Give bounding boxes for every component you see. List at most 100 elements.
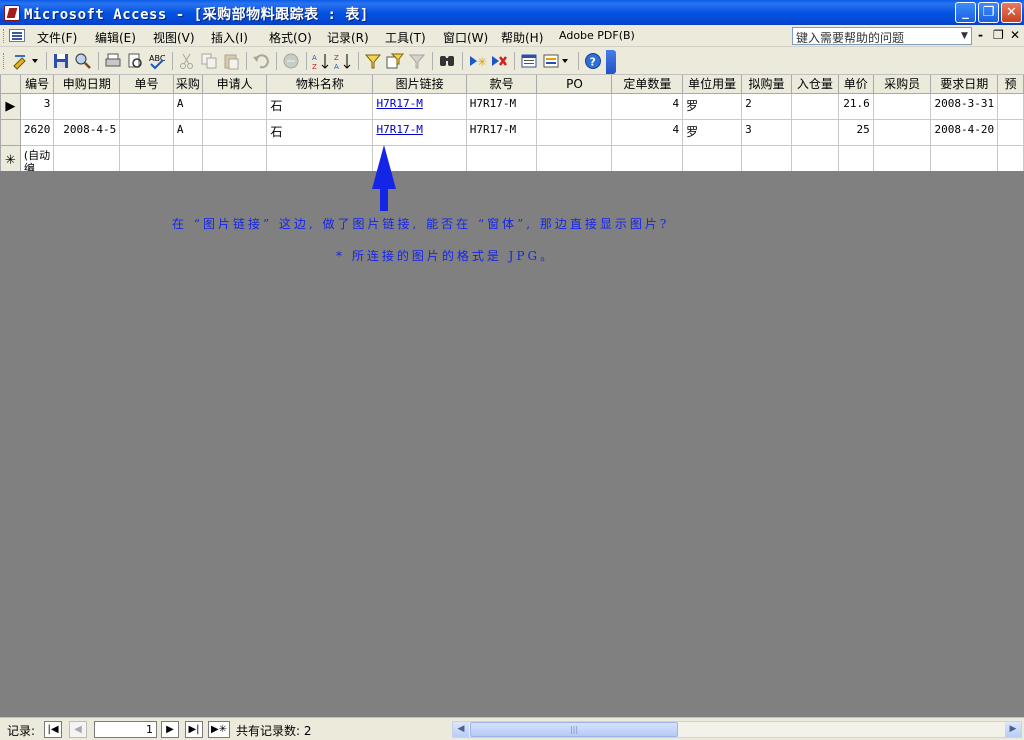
scrollbar-thumb[interactable]: ||| bbox=[470, 722, 678, 737]
table-cell[interactable] bbox=[682, 144, 743, 171]
table-cell[interactable]: 罗 bbox=[682, 92, 743, 120]
new-object-icon[interactable] bbox=[542, 52, 572, 70]
column-header[interactable]: 款号 bbox=[465, 75, 538, 94]
column-header[interactable]: 要求日期 bbox=[930, 75, 999, 94]
new-record-icon[interactable]: ✳ bbox=[468, 52, 486, 70]
mdi-minimize-button[interactable]: - bbox=[978, 28, 983, 42]
table-window-icon[interactable] bbox=[9, 29, 25, 42]
sort-ascending-icon[interactable]: AZ bbox=[312, 52, 330, 70]
table-cell[interactable] bbox=[201, 118, 268, 146]
menu-edit[interactable]: 编辑(E) bbox=[95, 29, 136, 46]
cut-icon[interactable] bbox=[178, 52, 196, 70]
close-button[interactable]: ✕ bbox=[1001, 2, 1022, 23]
table-cell[interactable]: A bbox=[172, 118, 203, 146]
last-record-button[interactable]: ▶| bbox=[185, 721, 203, 738]
scroll-right-icon[interactable]: ▶ bbox=[1005, 722, 1021, 737]
column-header[interactable]: 图片链接 bbox=[372, 75, 467, 94]
table-cell[interactable] bbox=[790, 92, 839, 120]
next-record-button[interactable]: ▶ bbox=[161, 721, 179, 738]
column-header[interactable]: 单位用量 bbox=[682, 75, 743, 94]
hyperlink-icon[interactable] bbox=[282, 52, 300, 70]
table-cell[interactable] bbox=[790, 144, 839, 171]
table-cell[interactable]: H7R17-M bbox=[465, 92, 538, 120]
toolbar-grip[interactable] bbox=[3, 53, 6, 69]
filter-by-form-icon[interactable] bbox=[386, 52, 404, 70]
table-cell[interactable] bbox=[837, 144, 874, 171]
print-preview-icon[interactable] bbox=[126, 52, 144, 70]
table-cell[interactable]: 3 bbox=[19, 92, 55, 120]
spelling-icon[interactable]: ABC bbox=[148, 52, 166, 70]
table-cell[interactable]: A bbox=[172, 92, 203, 120]
table-cell[interactable] bbox=[201, 92, 268, 120]
paste-icon[interactable] bbox=[222, 52, 240, 70]
table-cell[interactable] bbox=[997, 118, 1024, 146]
sort-descending-icon[interactable]: ZA bbox=[334, 52, 352, 70]
menu-records[interactable]: 记录(R) bbox=[327, 29, 369, 46]
menu-help[interactable]: 帮助(H) bbox=[501, 29, 543, 46]
column-header[interactable]: 物料名称 bbox=[266, 75, 374, 94]
column-header[interactable]: PO bbox=[536, 75, 613, 94]
menu-format[interactable]: 格式(O) bbox=[269, 29, 312, 46]
select-all-corner[interactable] bbox=[0, 75, 21, 94]
table-cell[interactable]: 25 bbox=[837, 118, 874, 146]
table-cell[interactable] bbox=[119, 118, 174, 146]
menu-tools[interactable]: 工具(T) bbox=[385, 29, 426, 46]
table-cell[interactable] bbox=[930, 144, 999, 171]
first-record-button[interactable]: |◀ bbox=[44, 721, 62, 738]
column-header[interactable]: 申请人 bbox=[201, 75, 268, 94]
column-header[interactable]: 采购员 bbox=[872, 75, 932, 94]
table-cell[interactable]: 石 bbox=[266, 118, 374, 146]
table-cell[interactable] bbox=[872, 118, 932, 146]
table-cell[interactable]: 2620 bbox=[19, 118, 55, 146]
table-cell[interactable]: 4 bbox=[611, 118, 684, 146]
table-cell[interactable] bbox=[536, 118, 613, 146]
table-cell[interactable] bbox=[536, 92, 613, 120]
table-cell[interactable] bbox=[53, 92, 121, 120]
table-cell[interactable] bbox=[611, 144, 684, 171]
table-cell[interactable] bbox=[536, 144, 613, 171]
undo-icon[interactable] bbox=[252, 52, 270, 70]
menu-view[interactable]: 视图(V) bbox=[153, 29, 195, 46]
table-cell[interactable] bbox=[53, 144, 121, 171]
table-cell[interactable] bbox=[119, 144, 174, 171]
menubar-grip[interactable] bbox=[3, 29, 6, 43]
menu-adobe-pdf[interactable]: Adobe PDF(B) bbox=[559, 29, 635, 42]
autonumber-cell[interactable]: (自动编 bbox=[19, 144, 55, 171]
filter-by-selection-icon[interactable] bbox=[364, 52, 382, 70]
previous-record-button[interactable]: ◀ bbox=[69, 721, 87, 738]
scroll-left-icon[interactable]: ◀ bbox=[453, 722, 469, 737]
toolbar-options-button[interactable] bbox=[606, 50, 616, 74]
column-header[interactable]: 采购 bbox=[172, 75, 203, 94]
table-cell[interactable]: 罗 bbox=[682, 118, 743, 146]
new-record-nav-button[interactable]: ▶✳ bbox=[208, 721, 230, 738]
column-header[interactable]: 单号 bbox=[119, 75, 174, 94]
table-cell[interactable] bbox=[119, 92, 174, 120]
column-header[interactable]: 拟购量 bbox=[741, 75, 792, 94]
restore-button[interactable]: ❐ bbox=[978, 2, 999, 23]
new-record-selector[interactable]: ✳ bbox=[0, 144, 21, 171]
table-cell[interactable] bbox=[172, 144, 203, 171]
help-icon[interactable]: ? bbox=[584, 52, 602, 70]
column-header[interactable]: 入仓量 bbox=[790, 75, 839, 94]
table-cell[interactable]: 3 bbox=[741, 118, 792, 146]
table-cell[interactable] bbox=[266, 144, 374, 171]
table-cell[interactable]: 2008-4-5 bbox=[53, 118, 121, 146]
print-icon[interactable] bbox=[104, 52, 122, 70]
column-header[interactable]: 单价 bbox=[837, 75, 874, 94]
table-cell[interactable] bbox=[741, 144, 792, 171]
minimize-button[interactable]: _ bbox=[955, 2, 976, 23]
delete-record-icon[interactable] bbox=[490, 52, 508, 70]
horizontal-scrollbar[interactable]: ◀ ||| ▶ bbox=[452, 721, 1022, 738]
table-cell[interactable]: 2008-4-20 bbox=[930, 118, 999, 146]
access-app-icon[interactable] bbox=[4, 5, 20, 21]
table-cell[interactable]: 石 bbox=[266, 92, 374, 120]
table-cell[interactable]: 2008-3-31 bbox=[930, 92, 999, 120]
table-cell[interactable]: 21.6 bbox=[837, 92, 874, 120]
help-dropdown-icon[interactable]: ▼ bbox=[958, 28, 971, 44]
table-cell[interactable] bbox=[872, 92, 932, 120]
menu-window[interactable]: 窗口(W) bbox=[443, 29, 488, 46]
column-header[interactable]: 申购日期 bbox=[53, 75, 121, 94]
record-selector[interactable]: ▶ bbox=[0, 92, 21, 120]
table-cell[interactable]: 4 bbox=[611, 92, 684, 120]
table-cell[interactable] bbox=[790, 118, 839, 146]
